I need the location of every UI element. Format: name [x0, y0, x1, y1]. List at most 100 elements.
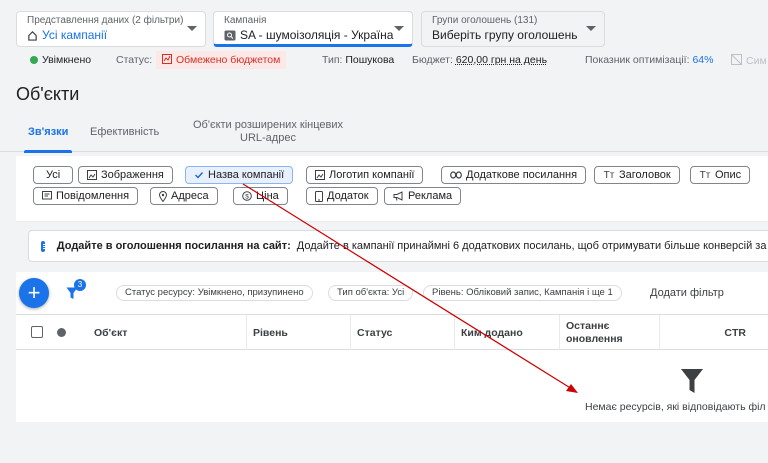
- type-value: Пошукова: [345, 54, 394, 66]
- adgroup-selector-value: Виберіть групу оголошень: [432, 28, 577, 42]
- select-all-checkbox[interactable]: [31, 326, 43, 338]
- list-doc-icon: [41, 241, 45, 252]
- add-asset-button[interactable]: +: [19, 278, 49, 308]
- text-icon: Tт: [603, 170, 615, 181]
- filter-count-badge: 3: [74, 279, 86, 291]
- col-last-updated[interactable]: Останнє оновлення: [559, 315, 659, 350]
- adgroup-selector[interactable]: Групи оголошень (131) Виберіть групу ого…: [421, 11, 605, 47]
- campaign-selector[interactable]: Кампанія SA - шумоізоляція - Україна: [213, 11, 413, 47]
- search-campaign-icon: [224, 30, 236, 41]
- chip-label: Усі: [42, 169, 64, 181]
- home-icon: [27, 30, 38, 41]
- notice-title: Додайте в оголошення посилання на сайт:: [57, 240, 291, 252]
- col-status[interactable]: Статус: [350, 315, 454, 350]
- chip-all[interactable]: Усі: [33, 166, 73, 184]
- chevron-down-icon: [394, 26, 404, 31]
- tabs-bar: Зв'язки Ефективність Об'єкти розширених …: [0, 112, 768, 152]
- chip-images[interactable]: Зображення: [78, 166, 173, 184]
- enabled-text: Увімкнено: [42, 54, 91, 66]
- location-icon: [159, 191, 167, 202]
- limited-budget-badge[interactable]: Обмежено бюджетом: [156, 51, 286, 69]
- message-icon: [42, 191, 52, 201]
- filter-bar: + 3 Статус ресурсу: Увімкнено, призупине…: [16, 272, 768, 314]
- view-selector-label: Представлення даних (2 фільтри): [27, 15, 195, 26]
- campaign-type: Тип: Пошукова: [322, 54, 394, 66]
- chip-description[interactable]: Tт Опис: [690, 166, 750, 184]
- chip-price[interactable]: $ Ціна: [233, 187, 288, 205]
- status-dot-icon: [57, 328, 66, 337]
- chip-business-name[interactable]: Назва компанії: [185, 166, 293, 184]
- type-label: Тип:: [322, 54, 342, 66]
- tab-performance[interactable]: Ефективність: [90, 126, 159, 138]
- status-label: Статус:: [116, 54, 152, 66]
- chip-promotion[interactable]: Реклама: [384, 187, 461, 205]
- col-added-by[interactable]: Ким додано: [454, 315, 559, 350]
- image-icon: [315, 170, 325, 180]
- optimization-score[interactable]: Показник оптимізації: 64%: [585, 54, 713, 66]
- campaign-status-bar: Увімкнено Статус: Обмежено бюджетом Тип:…: [0, 50, 768, 72]
- sim-item[interactable]: Сим: [731, 54, 767, 67]
- notice-text: Додайте в кампанії принаймні 6 додаткови…: [297, 240, 768, 252]
- phone-icon: [315, 191, 323, 202]
- chip-label: Повідомлення: [56, 190, 129, 202]
- chip-headline[interactable]: Tт Заголовок: [594, 166, 680, 184]
- view-selector[interactable]: Представлення даних (2 фільтри) Усі камп…: [16, 11, 206, 47]
- chip-app[interactable]: Додаток: [306, 187, 378, 205]
- sitelink-recommendation-notice: Додайте в оголошення посилання на сайт: …: [28, 230, 768, 262]
- tab-final-url-assets-label: Об'єкти розширених кінцевих URL-адрес: [188, 119, 348, 145]
- image-icon: [87, 170, 97, 180]
- top-bar: Представлення даних (2 фільтри) Усі камп…: [0, 0, 768, 50]
- tab-associations[interactable]: Зв'язки: [28, 126, 68, 138]
- col-asset[interactable]: Об'єкт: [88, 315, 246, 350]
- campaign-selector-label: Кампанія: [224, 15, 402, 26]
- chip-label: Реклама: [408, 190, 452, 202]
- chip-label: Додаткове посилання: [466, 169, 577, 181]
- campaign-budget[interactable]: Бюджет: 620,00 грн на день: [412, 54, 547, 66]
- campaign-selector-value: SA - шумоізоляція - Україна: [240, 28, 393, 42]
- view-selector-value: Усі кампанії: [42, 28, 107, 42]
- page-title: Об'єкти: [16, 84, 79, 105]
- empty-state-message: Немає ресурсів, які відповідають філ: [585, 401, 766, 413]
- price-icon: $: [242, 191, 252, 201]
- text-icon: Tт: [699, 170, 711, 181]
- col-level[interactable]: Рівень: [246, 315, 350, 350]
- budget-value: 620,00 грн на день: [456, 54, 547, 66]
- chip-business-logo[interactable]: Логотип компанії: [306, 166, 423, 184]
- chip-label: Адреса: [171, 190, 209, 202]
- limited-budget-text: Обмежено бюджетом: [176, 54, 280, 66]
- chip-location[interactable]: Адреса: [150, 187, 218, 205]
- trend-chart-icon: [162, 54, 172, 64]
- image-off-icon: [731, 54, 742, 65]
- filter-chip-asset-status[interactable]: Статус ресурсу: Увімкнено, призупинено: [116, 285, 313, 301]
- sim-label: Сим: [746, 55, 767, 67]
- filter-button[interactable]: 3: [66, 287, 78, 301]
- chip-label: Назва компанії: [208, 169, 284, 181]
- chevron-down-icon: [187, 26, 197, 31]
- assets-table: Об'єкт Рівень Статус Ким додано Останнє …: [16, 314, 768, 422]
- chip-sitelink[interactable]: Додаткове посилання: [441, 166, 586, 184]
- add-filter-button[interactable]: Додати фільтр: [650, 287, 724, 299]
- chip-label: Ціна: [256, 190, 279, 202]
- filter-chip-level[interactable]: Рівень: Обліковий запис, Кампанія і ще 1: [423, 285, 622, 301]
- optimization-value: 64%: [692, 54, 713, 66]
- chip-label: Зображення: [101, 169, 164, 181]
- col-ctr[interactable]: CTR: [659, 315, 768, 350]
- link-icon: [450, 171, 462, 179]
- enabled-dot-icon: [30, 56, 38, 64]
- chevron-down-icon: [586, 26, 596, 31]
- adgroup-selector-label: Групи оголошень (131): [432, 15, 594, 26]
- asset-type-chips: Усі Зображення Назва компанії Логотип ко…: [16, 156, 768, 222]
- chip-label: Опис: [715, 169, 741, 181]
- budget-label: Бюджет:: [412, 54, 453, 66]
- col-last-updated-label: Останнє оновлення: [566, 320, 626, 346]
- megaphone-icon: [393, 191, 404, 201]
- optimization-label: Показник оптимізації:: [585, 54, 690, 66]
- tab-final-url-assets[interactable]: Об'єкти розширених кінцевих URL-адрес: [188, 119, 348, 145]
- filter-icon: [680, 368, 704, 394]
- svg-text:$: $: [245, 194, 249, 201]
- table-header: Об'єкт Рівень Статус Ким додано Останнє …: [16, 315, 768, 350]
- chip-message[interactable]: Повідомлення: [33, 187, 138, 205]
- chip-label: Заголовок: [619, 169, 671, 181]
- filter-chip-object-type[interactable]: Тип об'єкта: Усі: [328, 285, 413, 301]
- chip-label: Логотип компанії: [329, 169, 414, 181]
